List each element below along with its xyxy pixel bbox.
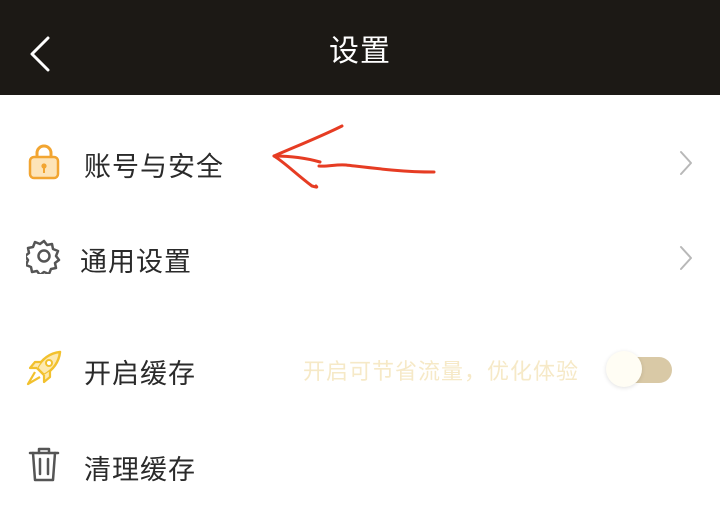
cache-toggle[interactable]	[606, 351, 672, 387]
settings-item-label: 通用设置	[80, 247, 192, 278]
settings-item-label: 开启缓存	[84, 359, 196, 390]
settings-item-general[interactable]: 通用设置	[0, 210, 720, 306]
settings-item-label: 账号与安全	[84, 152, 224, 183]
nav-header: 设置	[0, 0, 720, 95]
cache-hint-text: 开启可节省流量，优化体验	[303, 360, 580, 385]
page-title: 设置	[329, 33, 391, 69]
rocket-icon	[24, 348, 64, 388]
trash-icon	[24, 444, 64, 484]
settings-item-account-security[interactable]: 账号与安全	[0, 115, 720, 211]
chevron-right-icon	[680, 246, 692, 270]
gear-icon	[24, 236, 64, 276]
toggle-knob	[606, 351, 642, 387]
chevron-right-icon	[680, 151, 692, 175]
settings-item-label: 清理缓存	[84, 455, 196, 486]
lock-icon	[24, 141, 64, 181]
settings-item-clear-cache[interactable]: 清理缓存	[0, 418, 720, 514]
